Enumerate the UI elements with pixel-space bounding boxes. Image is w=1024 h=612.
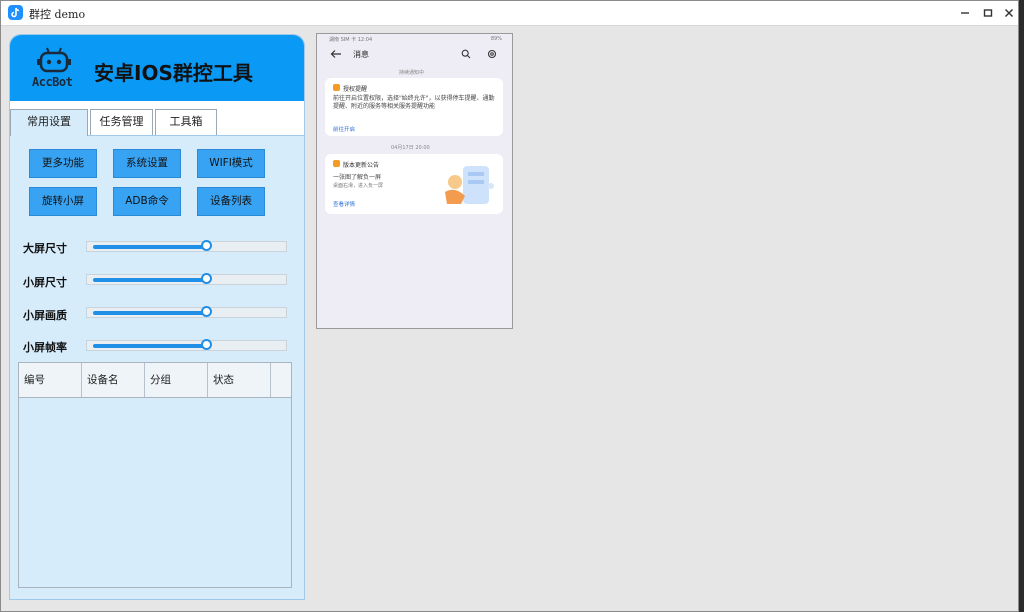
card-title: 授权提醒 xyxy=(343,86,368,93)
slider-fill xyxy=(93,344,207,348)
illustration-image xyxy=(445,166,494,204)
slider-label-small-size: 小屏尺寸 xyxy=(23,276,67,289)
slider-label-small-fps: 小屏帧率 xyxy=(23,341,67,354)
gear-icon[interactable] xyxy=(487,49,497,59)
adb-command-button[interactable]: ADB命令 xyxy=(113,187,181,216)
close-button[interactable] xyxy=(996,3,1022,23)
tab-bar: 常用设置 任务管理 工具箱 xyxy=(10,101,304,136)
slider-handle[interactable] xyxy=(201,339,213,350)
table-header: 编号 设备名 分组 状态 xyxy=(19,363,291,398)
main-window: 群控 demo AccBot 安卓IOS群控工具 常用设置 任务管理 工具箱 更… xyxy=(0,0,1019,612)
device-list-button[interactable]: 设备列表 xyxy=(197,187,265,216)
back-arrow-icon[interactable] xyxy=(330,49,342,59)
section-label: 持续通知中 xyxy=(399,70,425,76)
title-bar: 群控 demo xyxy=(1,1,1018,26)
large-screen-size-slider[interactable] xyxy=(86,240,287,252)
small-screen-quality-slider[interactable] xyxy=(86,306,287,318)
device-table[interactable]: 编号 设备名 分组 状态 xyxy=(18,362,292,588)
column-header-group[interactable]: 分组 xyxy=(145,363,208,397)
slider-fill xyxy=(93,278,207,282)
column-header-id[interactable]: 编号 xyxy=(19,363,82,397)
notification-card-update[interactable]: 版本更新公告 一张图了解负一屏 桌面右滑，进入负一屏 查看详情 xyxy=(325,154,503,214)
logo-text: AccBot xyxy=(32,75,73,89)
card-headline: 一张图了解负一屏 xyxy=(333,174,382,181)
app-header: AccBot 安卓IOS群控工具 xyxy=(10,35,304,101)
search-icon[interactable] xyxy=(461,49,471,59)
more-functions-button[interactable]: 更多功能 xyxy=(29,149,97,178)
phone-status-right: 89% xyxy=(490,36,502,42)
card-link[interactable]: 前往开启 xyxy=(333,125,355,133)
card-title: 版本更新公告 xyxy=(343,162,380,169)
system-settings-button[interactable]: 系统设置 xyxy=(113,149,181,178)
column-header-status[interactable]: 状态 xyxy=(208,363,271,397)
phone-page-title: 消息 xyxy=(353,50,369,59)
slider-fill xyxy=(93,311,207,315)
card-link[interactable]: 查看详情 xyxy=(333,200,355,208)
tab-common-settings[interactable]: 常用设置 xyxy=(10,109,88,136)
phone-status-left: 湖南 SIM 卡 12:04 xyxy=(329,37,373,43)
card-subtitle: 桌面右滑，进入负一屏 xyxy=(333,183,384,189)
app-title: 安卓IOS群控工具 xyxy=(94,61,253,85)
wifi-mode-button[interactable]: WIFI模式 xyxy=(197,149,265,178)
slider-label-large-size: 大屏尺寸 xyxy=(23,242,67,255)
phone-screen-mirror[interactable]: 湖南 SIM 卡 12:04 89% 消息 持续通知中 授权提醒 前往开启位置权… xyxy=(316,33,513,329)
notification-icon xyxy=(333,160,340,167)
control-panel: AccBot 安卓IOS群控工具 常用设置 任务管理 工具箱 更多功能 系统设置… xyxy=(9,34,305,600)
notification-icon xyxy=(333,84,340,91)
tab-toolbox[interactable]: 工具箱 xyxy=(155,109,217,135)
notification-card-permission[interactable]: 授权提醒 前往开启位置权限，选择"始终允许"，以获得停车提醒、通勤提醒、附近的服… xyxy=(325,78,503,136)
column-header-device-name[interactable]: 设备名 xyxy=(82,363,145,397)
small-screen-fps-slider[interactable] xyxy=(86,339,287,351)
rotate-small-screen-button[interactable]: 旋转小屏 xyxy=(29,187,97,216)
slider-handle[interactable] xyxy=(201,240,213,251)
card-body: 前往开启位置权限，选择"始终允许"，以获得停车提醒、通勤提醒、附近的服务等相关服… xyxy=(333,95,495,110)
window-title: 群控 demo xyxy=(29,8,86,21)
slider-label-small-quality: 小屏画质 xyxy=(23,309,67,322)
slider-handle[interactable] xyxy=(201,306,213,317)
slider-fill xyxy=(93,245,207,249)
slider-handle[interactable] xyxy=(201,273,213,284)
date-label: 04月17日 20:00 xyxy=(391,145,430,151)
small-screen-size-slider[interactable] xyxy=(86,273,287,285)
app-icon xyxy=(8,5,23,20)
tab-task-management[interactable]: 任务管理 xyxy=(90,109,153,135)
